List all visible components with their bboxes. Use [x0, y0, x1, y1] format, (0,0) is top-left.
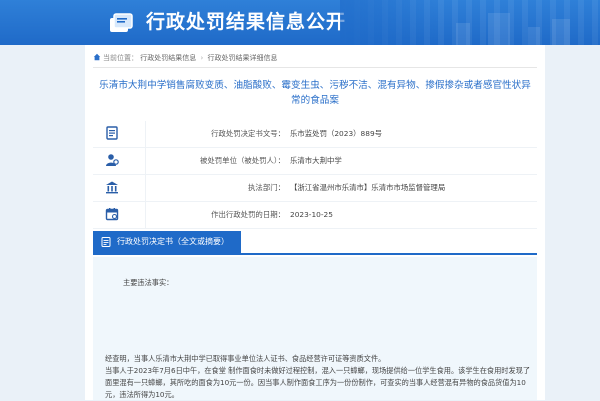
skyline-decoration: [528, 27, 540, 45]
info-value: 乐市监处罚（2023）889号: [290, 129, 383, 138]
breadcrumb-item-detail: 行政处罚结果详细信息: [207, 54, 278, 62]
breadcrumb-label: 当前位置：: [103, 54, 138, 62]
row-divider: [145, 148, 146, 174]
header-banner: 行政处罚结果信息公开: [0, 0, 600, 45]
info-table: 行政处罚决定书文号： 乐市监处罚（2023）889号 被处罚单位（被处罚人）： …: [93, 121, 537, 229]
tab-label: 行政处罚决定书（全文或摘要）: [117, 237, 229, 246]
decision-content: 主要违法事实： 经查明，当事人乐清市大荆中学已取得事业单位法人证书、食品经营许可…: [93, 257, 537, 400]
info-label: 行政处罚决定书文号：: [211, 129, 285, 138]
info-row-enforcement-dept: 执法部门： 【浙江省温州市乐清市】乐清市市场监督管理局: [93, 175, 537, 202]
info-row-decision-number: 行政处罚决定书文号： 乐市监处罚（2023）889号: [93, 121, 537, 148]
info-value: 乐清市大荆中学: [290, 156, 342, 165]
decision-paragraph: 经查明，当事人乐清市大荆中学已取得事业单位法人证书、食品经营许可证等资质文件。: [105, 354, 386, 363]
fact-label: 主要违法事实：: [123, 278, 174, 287]
building-icon: [106, 181, 118, 194]
decision-section-header: 行政处罚决定书（全文或摘要）: [93, 231, 537, 255]
home-icon: [93, 53, 101, 61]
decision-paragraph: 当事人于2023年7月6日中午，在食堂 制作面食时未做好过程控制，混入一只蟑螂，…: [105, 366, 531, 399]
breadcrumb-separator: ›: [200, 54, 204, 62]
breadcrumb: 当前位置： 行政处罚结果信息 › 行政处罚结果详细信息: [93, 52, 278, 64]
skyline-decoration: [488, 13, 510, 45]
skyline-decoration: [552, 19, 570, 45]
divider: [93, 67, 537, 68]
breadcrumb-item-results[interactable]: 行政处罚结果信息: [140, 54, 196, 62]
info-label: 作出行政处罚的日期：: [211, 210, 285, 219]
info-value: 2023-10-25: [290, 210, 333, 219]
user-icon: [106, 154, 119, 166]
books-icon: [110, 13, 133, 32]
info-label: 被处罚单位（被处罚人）：: [200, 156, 285, 165]
row-divider: [145, 202, 146, 228]
info-label: 执法部门：: [248, 183, 285, 192]
document-list-icon: [101, 237, 111, 247]
info-row-penalty-date: 作出行政处罚的日期： 2023-10-25: [93, 202, 537, 229]
document-icon: [106, 126, 118, 140]
case-title: 乐清市大荆中学销售腐败变质、油脂酸败、霉变生虫、污秽不洁、混有异物、掺假掺杂或者…: [99, 80, 531, 106]
calendar-icon: [105, 208, 119, 221]
row-divider: [145, 175, 146, 201]
info-row-penalized-party: 被处罚单位（被处罚人）： 乐清市大荆中学: [93, 148, 537, 175]
site-title: 行政处罚结果信息公开: [146, 11, 347, 33]
row-divider: [145, 121, 146, 147]
skyline-decoration: [456, 23, 470, 45]
info-value: 【浙江省温州市乐清市】乐清市市场监督管理局: [290, 183, 446, 192]
content-card: 当前位置： 行政处罚结果信息 › 行政处罚结果详细信息 乐清市大荆中学销售腐败变…: [85, 45, 545, 400]
tab-decision-document[interactable]: 行政处罚决定书（全文或摘要）: [93, 231, 241, 253]
